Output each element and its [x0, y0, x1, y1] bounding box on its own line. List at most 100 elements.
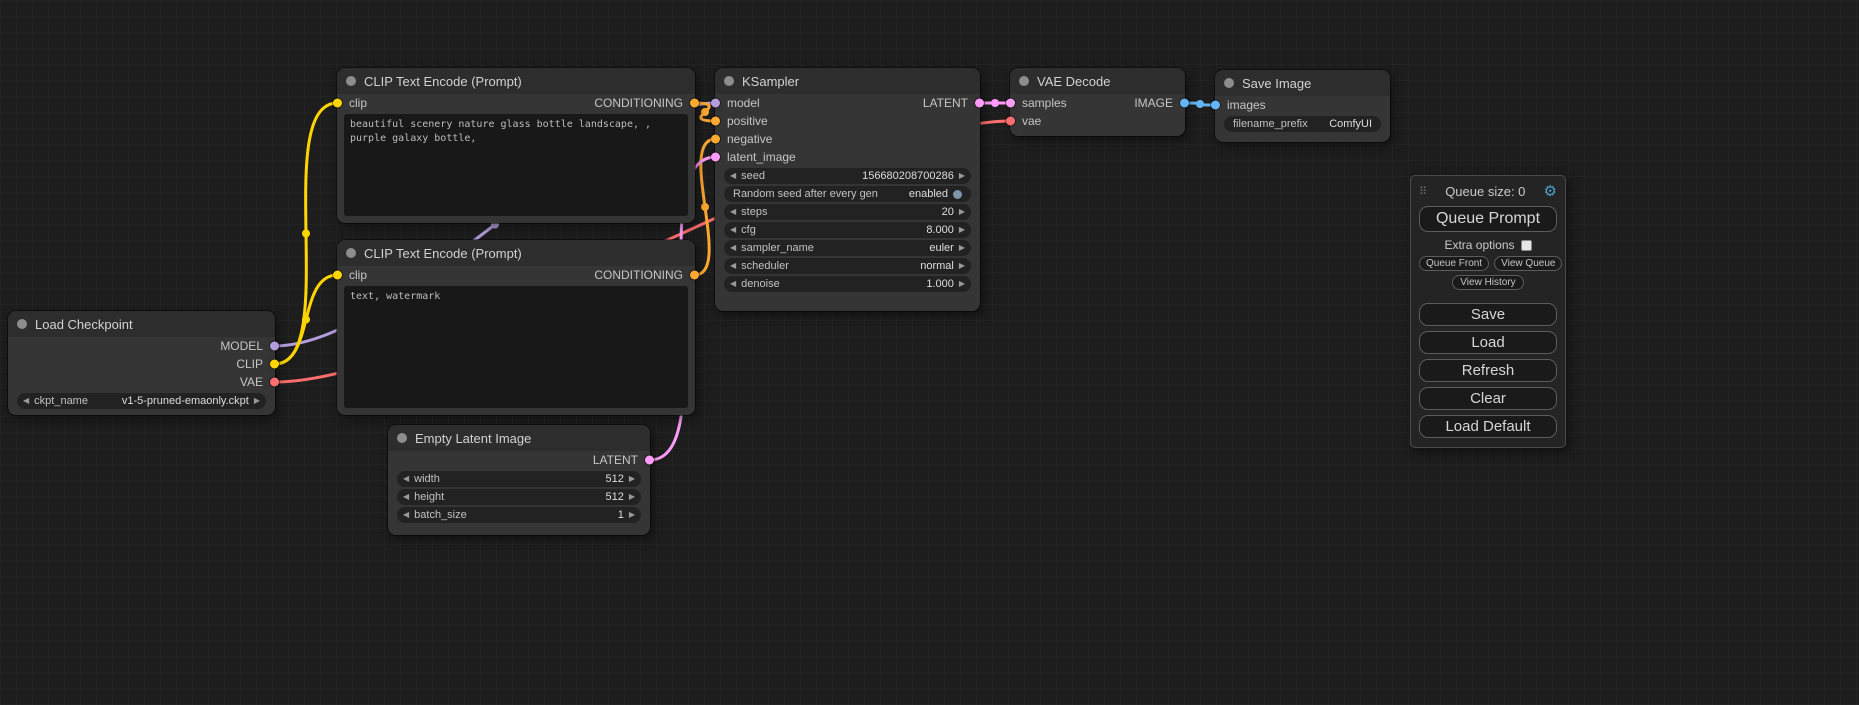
load-button[interactable]: Load — [1419, 331, 1557, 354]
graph-canvas[interactable]: Load Checkpoint MODEL CLIP VAE ◀ ckpt_na… — [0, 0, 1859, 705]
increment-arrow-icon[interactable]: ▶ — [959, 244, 965, 252]
queue-front-button[interactable]: Queue Front — [1419, 256, 1489, 271]
model-output-port[interactable] — [270, 342, 279, 351]
decrement-arrow-icon[interactable]: ◀ — [403, 493, 409, 501]
node-title-bar[interactable]: CLIP Text Encode (Prompt) — [337, 68, 695, 94]
output-label: IMAGE — [1134, 96, 1173, 110]
drag-handle-icon[interactable]: ⠿ — [1419, 185, 1427, 198]
widget-name: Random seed after every gen — [733, 188, 878, 200]
scheduler-widget[interactable]: ◀ scheduler normal ▶ — [724, 258, 971, 274]
port-row-clip-conditioning: clip CONDITIONING — [337, 94, 695, 112]
increment-arrow-icon[interactable]: ▶ — [629, 493, 635, 501]
node-ksampler[interactable]: KSampler model LATENT positive negative … — [715, 68, 980, 311]
toggle-indicator[interactable] — [953, 190, 962, 199]
conditioning-output-port[interactable] — [690, 271, 699, 280]
port-row-clip-conditioning: clip CONDITIONING — [337, 266, 695, 284]
node-title-bar[interactable]: Save Image — [1215, 70, 1390, 96]
node-title-bar[interactable]: CLIP Text Encode (Prompt) — [337, 240, 695, 266]
view-queue-button[interactable]: View Queue — [1494, 256, 1562, 271]
decrement-arrow-icon[interactable]: ◀ — [730, 280, 736, 288]
seed-widget[interactable]: ◀ seed 156680208700286 ▶ — [724, 168, 971, 184]
node-vae-decode[interactable]: VAE Decode samples IMAGE vae — [1010, 68, 1185, 136]
collapse-dot[interactable] — [346, 248, 356, 258]
node-title-bar[interactable]: Empty Latent Image — [388, 425, 650, 451]
model-input-port[interactable] — [711, 99, 720, 108]
node-clip-text-encode-positive[interactable]: CLIP Text Encode (Prompt) clip CONDITION… — [337, 68, 695, 223]
refresh-button[interactable]: Refresh — [1419, 359, 1557, 382]
clip-input-port[interactable] — [333, 271, 342, 280]
vae-input-port[interactable] — [1006, 117, 1015, 126]
collapse-dot[interactable] — [397, 433, 407, 443]
increment-arrow-icon[interactable]: ▶ — [959, 280, 965, 288]
output-label: VAE — [240, 375, 263, 389]
width-widget[interactable]: ◀ width 512 ▶ — [397, 471, 641, 487]
node-load-checkpoint[interactable]: Load Checkpoint MODEL CLIP VAE ◀ ckpt_na… — [8, 311, 275, 415]
node-title-bar[interactable]: VAE Decode — [1010, 68, 1185, 94]
view-history-button[interactable]: View History — [1452, 275, 1524, 290]
sampler-name-widget[interactable]: ◀ sampler_name euler ▶ — [724, 240, 971, 256]
clip-output-port[interactable] — [270, 360, 279, 369]
decrement-arrow-icon[interactable]: ◀ — [23, 397, 29, 405]
node-title-bar[interactable]: KSampler — [715, 68, 980, 94]
load-default-button[interactable]: Load Default — [1419, 415, 1557, 438]
widget-name: cfg — [741, 224, 756, 236]
queue-prompt-button[interactable]: Queue Prompt — [1419, 206, 1557, 232]
collapse-dot[interactable] — [724, 76, 734, 86]
decrement-arrow-icon[interactable]: ◀ — [730, 244, 736, 252]
queue-menu-panel: ⠿ Queue size: 0 ⚙ Queue Prompt Extra opt… — [1410, 175, 1566, 448]
increment-arrow-icon[interactable]: ▶ — [959, 172, 965, 180]
widget-value: v1-5-pruned-emaonly.ckpt — [122, 395, 249, 407]
collapse-dot[interactable] — [1224, 78, 1234, 88]
negative-input-port[interactable] — [711, 135, 720, 144]
increment-arrow-icon[interactable]: ▶ — [629, 511, 635, 519]
vae-output-port[interactable] — [270, 378, 279, 387]
output-row-model: MODEL — [8, 337, 275, 355]
decrement-arrow-icon[interactable]: ◀ — [403, 475, 409, 483]
filename-prefix-widget[interactable]: filename_prefix ComfyUI — [1224, 116, 1381, 132]
node-clip-text-encode-negative[interactable]: CLIP Text Encode (Prompt) clip CONDITION… — [337, 240, 695, 415]
decrement-arrow-icon[interactable]: ◀ — [730, 208, 736, 216]
steps-widget[interactable]: ◀ steps 20 ▶ — [724, 204, 971, 220]
clip-input-port[interactable] — [333, 99, 342, 108]
node-title: Load Checkpoint — [35, 317, 133, 332]
collapse-dot[interactable] — [1019, 76, 1029, 86]
height-widget[interactable]: ◀ height 512 ▶ — [397, 489, 641, 505]
latent-output-port[interactable] — [645, 456, 654, 465]
decrement-arrow-icon[interactable]: ◀ — [730, 262, 736, 270]
batch-size-widget[interactable]: ◀ batch_size 1 ▶ — [397, 507, 641, 523]
settings-gear-icon[interactable]: ⚙ — [1544, 182, 1557, 200]
node-save-image[interactable]: Save Image images filename_prefix ComfyU… — [1215, 70, 1390, 142]
images-input-port[interactable] — [1211, 101, 1220, 110]
collapse-dot[interactable] — [17, 319, 27, 329]
collapse-dot[interactable] — [346, 76, 356, 86]
extra-options-checkbox[interactable] — [1521, 240, 1532, 251]
save-button[interactable]: Save — [1419, 303, 1557, 326]
node-empty-latent-image[interactable]: Empty Latent Image LATENT ◀ width 512 ▶ … — [388, 425, 650, 535]
widget-name: height — [414, 491, 444, 503]
positive-input-port[interactable] — [711, 117, 720, 126]
latent-output-port[interactable] — [975, 99, 984, 108]
samples-input-port[interactable] — [1006, 99, 1015, 108]
node-title-bar[interactable]: Load Checkpoint — [8, 311, 275, 337]
increment-arrow-icon[interactable]: ▶ — [959, 226, 965, 234]
decrement-arrow-icon[interactable]: ◀ — [730, 226, 736, 234]
conditioning-output-port[interactable] — [690, 99, 699, 108]
increment-arrow-icon[interactable]: ▶ — [629, 475, 635, 483]
denoise-widget[interactable]: ◀ denoise 1.000 ▶ — [724, 276, 971, 292]
node-title: CLIP Text Encode (Prompt) — [364, 74, 522, 89]
increment-arrow-icon[interactable]: ▶ — [959, 262, 965, 270]
ckpt-name-widget[interactable]: ◀ ckpt_name v1-5-pruned-emaonly.ckpt ▶ — [17, 393, 266, 409]
random-seed-toggle-widget[interactable]: Random seed after every gen enabled — [724, 186, 971, 202]
widget-name: width — [414, 473, 440, 485]
positive-prompt-textarea[interactable]: beautiful scenery nature glass bottle la… — [344, 114, 688, 216]
increment-arrow-icon[interactable]: ▶ — [254, 397, 260, 405]
cfg-widget[interactable]: ◀ cfg 8.000 ▶ — [724, 222, 971, 238]
image-output-port[interactable] — [1180, 99, 1189, 108]
increment-arrow-icon[interactable]: ▶ — [959, 208, 965, 216]
clear-button[interactable]: Clear — [1419, 387, 1557, 410]
decrement-arrow-icon[interactable]: ◀ — [403, 511, 409, 519]
decrement-arrow-icon[interactable]: ◀ — [730, 172, 736, 180]
latent-image-input-port[interactable] — [711, 153, 720, 162]
extra-options-label: Extra options — [1444, 238, 1514, 252]
negative-prompt-textarea[interactable]: text, watermark — [344, 286, 688, 408]
